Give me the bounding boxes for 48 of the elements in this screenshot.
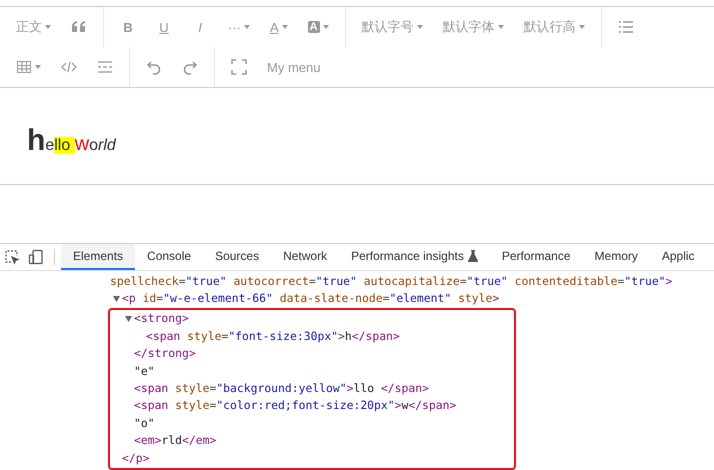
devtools-tab[interactable]: Console [135, 244, 204, 270]
code-line: </p> [121, 450, 150, 467]
table-icon [16, 59, 32, 75]
undo-icon [146, 59, 162, 75]
code-line: "e" [133, 362, 156, 380]
expanded-triangle-icon[interactable] [113, 296, 120, 302]
devtools-tab[interactable]: Applic [650, 244, 707, 270]
toolbar-button[interactable]: 正文 [6, 11, 61, 43]
toolbar-button[interactable]: ··· [218, 11, 260, 43]
code-line: <em>rld</em> [133, 432, 218, 450]
code-line: <strong> [110, 310, 514, 328]
code-icon [61, 59, 77, 75]
toolbar-button[interactable]: I [182, 11, 218, 43]
caret-icon [45, 25, 51, 29]
caret-icon [322, 25, 329, 29]
caret-icon [282, 25, 288, 29]
code-line: </strong> [133, 345, 197, 362]
toolbar-button[interactable]: A [260, 11, 298, 43]
toolbar-button[interactable]: My menu [257, 51, 330, 83]
devtools-tab[interactable]: Memory [582, 244, 650, 270]
devtools-tab[interactable]: Network [271, 244, 340, 270]
code-line: <span style="background:yellow">llo </span> [133, 380, 430, 398]
toolbar-button[interactable]: A [298, 11, 339, 43]
code-line: "o" [133, 414, 156, 432]
code-line: <span style="font-size:30px">h</span> [145, 328, 401, 345]
code-line: spellcheck="true" autocorrect="true" autocapitalize="true" contenteditable="true"> [109, 272, 674, 290]
toolbar-button[interactable]: 默认行高 [514, 11, 595, 43]
caret-icon [498, 25, 504, 29]
quote-icon [72, 21, 86, 33]
toolbar-button[interactable]: B [110, 11, 146, 43]
caret-icon [416, 25, 423, 29]
toolbar-button[interactable]: 默认字体 [432, 11, 514, 43]
divider-icon [97, 59, 113, 75]
caret-icon [578, 25, 585, 29]
caret-icon [244, 25, 250, 29]
redo-icon [182, 59, 198, 75]
toolbar-button[interactable]: 默认字号 [352, 11, 433, 43]
devtools-tab[interactable]: Sources [203, 244, 272, 270]
code-line: <span style="color:red;font-size:20px">w</span> [133, 397, 458, 414]
expanded-triangle-icon[interactable] [125, 316, 132, 322]
code-line: <p id="w-e-element-66" data-slate-node="element" style> [0, 290, 714, 308]
fullscreen-icon [231, 59, 247, 75]
devtools-tab[interactable]: Elements [61, 244, 136, 270]
list-icon [618, 19, 634, 35]
devtools-tab[interactable]: Performance [490, 244, 583, 270]
toolbar-button[interactable]: U [146, 11, 182, 43]
devtools-tab[interactable]: Performance insights [339, 244, 490, 270]
caret-icon [35, 65, 41, 69]
